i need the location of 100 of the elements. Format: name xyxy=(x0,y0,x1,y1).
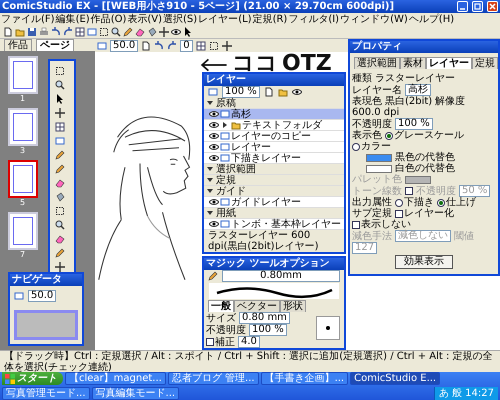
radio-button[interactable]: カラー xyxy=(352,141,391,152)
redo-icon[interactable] xyxy=(167,40,178,50)
redo-icon[interactable] xyxy=(63,27,73,37)
taskbar-button[interactable]: 忍者ブログ 管理... xyxy=(168,372,259,386)
layer-row[interactable]: 原稿 xyxy=(204,98,344,109)
rotation-field[interactable]: 0 xyxy=(180,40,193,52)
maximize-icon[interactable] xyxy=(472,1,483,12)
taskbar-button[interactable]: 【clear】magnet... xyxy=(65,372,166,386)
layer-row[interactable]: レイヤーのコピー xyxy=(204,131,344,142)
menu-item[interactable]: 選択(S) xyxy=(163,14,198,25)
zoom-icon[interactable] xyxy=(55,220,65,230)
printer-icon[interactable] xyxy=(39,27,49,37)
color-swatch[interactable] xyxy=(366,154,392,162)
checkbox[interactable]: 補正 xyxy=(206,336,235,348)
zoom-icon[interactable] xyxy=(111,27,121,37)
eye-icon[interactable] xyxy=(209,197,219,207)
eye-icon[interactable] xyxy=(209,109,219,119)
menu-item[interactable]: 表示(V) xyxy=(127,14,162,25)
page-thumbnail[interactable] xyxy=(8,160,38,198)
panel-tab[interactable]: 作品 xyxy=(4,39,32,51)
layer-row[interactable]: ガイド xyxy=(204,186,344,197)
eye-icon[interactable] xyxy=(209,131,219,141)
radio-button[interactable]: 仕上げ xyxy=(437,197,476,208)
menu-item[interactable]: フィルタ(I) xyxy=(288,14,340,25)
grid-icon[interactable] xyxy=(196,40,206,50)
radio-button[interactable]: グレースケール xyxy=(385,130,464,141)
undo-icon[interactable] xyxy=(51,27,61,37)
panel-tab[interactable]: ベクター xyxy=(234,300,280,312)
expand-arrow-icon[interactable] xyxy=(207,166,213,172)
expand-arrow-icon[interactable] xyxy=(207,177,213,183)
grid-icon[interactable] xyxy=(55,122,65,132)
layer-row[interactable]: ガイドレイヤー xyxy=(204,197,344,208)
text-field[interactable]: 高杉 xyxy=(405,84,431,96)
expand-arrow-icon[interactable] xyxy=(207,210,213,216)
layer-row[interactable]: 用紙 xyxy=(204,208,344,219)
layer-row[interactable]: テキストフォルダ xyxy=(204,120,344,131)
minimize-icon[interactable] xyxy=(457,1,468,12)
grid-icon[interactable] xyxy=(75,27,85,37)
color-swatch[interactable] xyxy=(366,164,392,172)
layer-row[interactable]: トンボ・基本枠レイヤー xyxy=(204,219,344,230)
panel-tab[interactable]: 素材 xyxy=(400,57,426,69)
zoom-icon[interactable] xyxy=(55,80,65,90)
opacity-field[interactable]: 100 % xyxy=(222,86,260,98)
layer-icon[interactable] xyxy=(14,291,24,301)
eye-icon[interactable] xyxy=(209,142,219,152)
folder-icon[interactable] xyxy=(15,27,25,37)
menu-item[interactable]: レイヤー(L) xyxy=(198,14,252,25)
bucket-icon[interactable] xyxy=(55,192,65,202)
eye-icon[interactable] xyxy=(209,219,219,229)
text-field[interactable]: 0.80 mm xyxy=(239,312,290,324)
menu-item[interactable]: 編集(E) xyxy=(56,14,90,25)
crosshair-icon[interactable] xyxy=(55,108,65,118)
panel-tab[interactable]: 選択範囲 xyxy=(354,57,400,69)
checkbox[interactable]: 表示しない xyxy=(352,219,411,230)
panel-tab[interactable]: ページ xyxy=(36,39,74,51)
brush-size-field[interactable]: 0.80mm xyxy=(222,270,340,282)
pointer-icon[interactable] xyxy=(55,94,65,104)
pencil-icon[interactable] xyxy=(55,248,65,258)
layer-row[interactable]: 定規 xyxy=(204,175,344,186)
layer-row[interactable]: レイヤー xyxy=(204,142,344,153)
layer-row[interactable]: 選択範囲 xyxy=(204,164,344,175)
crosshair-icon[interactable] xyxy=(159,27,169,37)
document-icon[interactable] xyxy=(3,27,13,37)
text-field[interactable]: 4.0 xyxy=(238,336,260,348)
bucket-icon[interactable] xyxy=(147,27,157,37)
expand-arrow-icon[interactable] xyxy=(207,188,213,194)
taskbar-button[interactable]: 写真管理モード... xyxy=(2,386,90,400)
effect-button[interactable]: 効果表示 xyxy=(395,255,453,269)
menu-item[interactable]: ファイル(F) xyxy=(1,14,55,25)
eraser-icon[interactable] xyxy=(135,27,145,37)
zoom-field[interactable]: 50.0 xyxy=(110,40,138,52)
eraser-icon[interactable] xyxy=(55,234,65,244)
undo-icon[interactable] xyxy=(154,40,164,50)
save-icon[interactable] xyxy=(27,27,37,37)
eye-icon[interactable] xyxy=(171,27,181,37)
menu-item[interactable]: ウィンドウ(W) xyxy=(340,14,408,25)
layer-row[interactable]: 高杉 xyxy=(204,109,344,120)
eye-icon[interactable] xyxy=(209,153,219,163)
layer-icon[interactable] xyxy=(55,136,65,146)
eraser-icon[interactable] xyxy=(55,178,65,188)
text-field[interactable]: 100 % xyxy=(249,324,287,336)
crosshair-icon[interactable] xyxy=(222,40,232,50)
panel-tab[interactable]: 形状 xyxy=(280,300,306,312)
taskbar-button[interactable]: ComicStudio E... xyxy=(350,372,440,386)
document-icon[interactable] xyxy=(141,40,152,50)
eye-icon[interactable] xyxy=(209,120,219,130)
expand-arrow-icon[interactable] xyxy=(222,122,228,128)
pointer-icon[interactable] xyxy=(183,27,193,37)
text-field[interactable]: 100 % xyxy=(395,118,433,130)
selection-icon[interactable] xyxy=(55,66,65,76)
layer-row[interactable]: 下描きレイヤー xyxy=(204,153,344,164)
panel-tab[interactable]: 一般 xyxy=(208,300,234,312)
panel-tab[interactable]: 定規 xyxy=(472,57,498,69)
menu-item[interactable]: 作品(O) xyxy=(90,14,126,25)
crosshair-icon[interactable] xyxy=(55,262,65,272)
selection-icon[interactable] xyxy=(208,40,219,50)
pencil-icon[interactable] xyxy=(123,27,133,37)
selection-icon[interactable] xyxy=(55,206,65,216)
layer-icon[interactable] xyxy=(208,87,218,97)
eye-icon[interactable] xyxy=(292,87,302,97)
